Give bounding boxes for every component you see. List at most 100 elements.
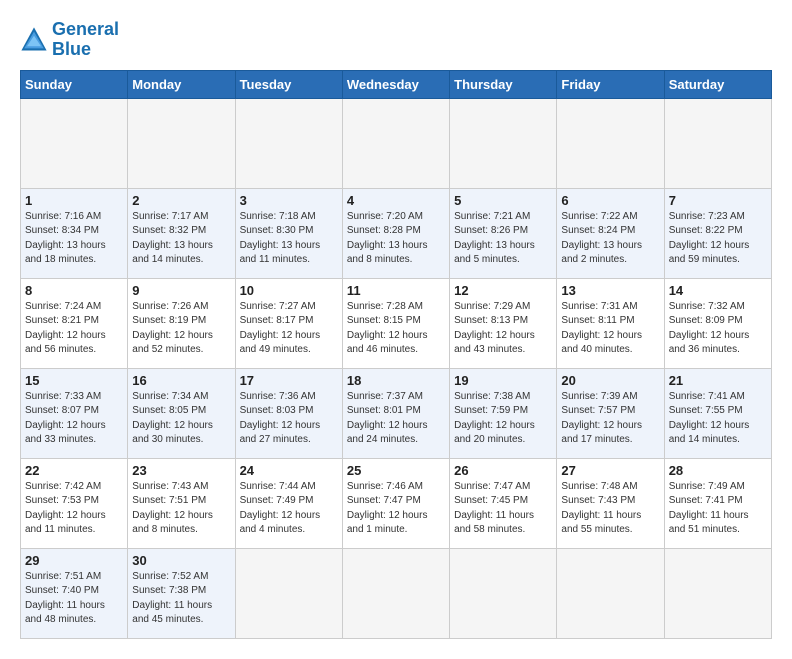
sunset: Sunset: 7:51 PM [132,494,230,509]
sunset: Sunset: 7:43 PM [561,494,659,509]
sunset: Sunset: 8:21 PM [25,314,123,329]
calendar-cell: 8 Sunrise: 7:24 AM Sunset: 8:21 PM Dayli… [21,278,128,368]
daylight: Daylight: 11 hours and 55 minutes. [561,509,659,538]
sunrise: Sunrise: 7:28 AM [347,300,445,315]
day-info: Sunrise: 7:20 AM Sunset: 8:28 PM Dayligh… [347,210,445,268]
daylight: Daylight: 11 hours and 51 minutes. [669,509,767,538]
calendar-cell [450,98,557,188]
logo-icon [20,26,48,54]
calendar-cell: 5 Sunrise: 7:21 AM Sunset: 8:26 PM Dayli… [450,188,557,278]
day-info: Sunrise: 7:42 AM Sunset: 7:53 PM Dayligh… [25,480,123,538]
day-info: Sunrise: 7:18 AM Sunset: 8:30 PM Dayligh… [240,210,338,268]
calendar-cell [128,98,235,188]
sunrise: Sunrise: 7:37 AM [347,390,445,405]
day-info: Sunrise: 7:23 AM Sunset: 8:22 PM Dayligh… [669,210,767,268]
daylight: Daylight: 12 hours and 33 minutes. [25,419,123,448]
weekday-header-row: SundayMondayTuesdayWednesdayThursdayFrid… [21,70,772,98]
calendar-cell: 9 Sunrise: 7:26 AM Sunset: 8:19 PM Dayli… [128,278,235,368]
calendar-cell: 2 Sunrise: 7:17 AM Sunset: 8:32 PM Dayli… [128,188,235,278]
sunset: Sunset: 8:11 PM [561,314,659,329]
sunset: Sunset: 7:38 PM [132,584,230,599]
weekday-header-saturday: Saturday [664,70,771,98]
logo-subtext: Blue [52,40,119,60]
calendar-cell: 13 Sunrise: 7:31 AM Sunset: 8:11 PM Dayl… [557,278,664,368]
sunset: Sunset: 7:55 PM [669,404,767,419]
page-header: General Blue [20,20,772,60]
day-number: 17 [240,373,338,388]
daylight: Daylight: 12 hours and 24 minutes. [347,419,445,448]
day-number: 12 [454,283,552,298]
day-info: Sunrise: 7:39 AM Sunset: 7:57 PM Dayligh… [561,390,659,448]
sunset: Sunset: 8:03 PM [240,404,338,419]
daylight: Daylight: 12 hours and 43 minutes. [454,329,552,358]
day-info: Sunrise: 7:36 AM Sunset: 8:03 PM Dayligh… [240,390,338,448]
calendar-cell [235,548,342,638]
sunrise: Sunrise: 7:20 AM [347,210,445,225]
day-info: Sunrise: 7:43 AM Sunset: 7:51 PM Dayligh… [132,480,230,538]
day-number: 23 [132,463,230,478]
sunrise: Sunrise: 7:47 AM [454,480,552,495]
calendar-week-3: 15 Sunrise: 7:33 AM Sunset: 8:07 PM Dayl… [21,368,772,458]
daylight: Daylight: 12 hours and 59 minutes. [669,239,767,268]
sunset: Sunset: 8:30 PM [240,224,338,239]
sunrise: Sunrise: 7:38 AM [454,390,552,405]
day-number: 30 [132,553,230,568]
day-number: 20 [561,373,659,388]
sunset: Sunset: 7:57 PM [561,404,659,419]
calendar-cell: 19 Sunrise: 7:38 AM Sunset: 7:59 PM Dayl… [450,368,557,458]
calendar-cell: 16 Sunrise: 7:34 AM Sunset: 8:05 PM Dayl… [128,368,235,458]
sunrise: Sunrise: 7:41 AM [669,390,767,405]
day-info: Sunrise: 7:31 AM Sunset: 8:11 PM Dayligh… [561,300,659,358]
calendar-cell: 29 Sunrise: 7:51 AM Sunset: 7:40 PM Dayl… [21,548,128,638]
sunrise: Sunrise: 7:21 AM [454,210,552,225]
sunrise: Sunrise: 7:31 AM [561,300,659,315]
day-info: Sunrise: 7:33 AM Sunset: 8:07 PM Dayligh… [25,390,123,448]
sunset: Sunset: 7:41 PM [669,494,767,509]
calendar-cell [450,548,557,638]
day-number: 6 [561,193,659,208]
sunset: Sunset: 8:22 PM [669,224,767,239]
calendar-cell: 3 Sunrise: 7:18 AM Sunset: 8:30 PM Dayli… [235,188,342,278]
calendar-cell [557,548,664,638]
sunset: Sunset: 8:07 PM [25,404,123,419]
sunset: Sunset: 7:59 PM [454,404,552,419]
sunrise: Sunrise: 7:29 AM [454,300,552,315]
day-info: Sunrise: 7:29 AM Sunset: 8:13 PM Dayligh… [454,300,552,358]
calendar-cell: 23 Sunrise: 7:43 AM Sunset: 7:51 PM Dayl… [128,458,235,548]
sunrise: Sunrise: 7:32 AM [669,300,767,315]
calendar-week-0 [21,98,772,188]
day-number: 11 [347,283,445,298]
day-number: 13 [561,283,659,298]
daylight: Daylight: 13 hours and 14 minutes. [132,239,230,268]
sunrise: Sunrise: 7:52 AM [132,570,230,585]
day-info: Sunrise: 7:32 AM Sunset: 8:09 PM Dayligh… [669,300,767,358]
sunset: Sunset: 8:09 PM [669,314,767,329]
day-number: 9 [132,283,230,298]
day-number: 19 [454,373,552,388]
sunrise: Sunrise: 7:22 AM [561,210,659,225]
sunset: Sunset: 8:34 PM [25,224,123,239]
sunrise: Sunrise: 7:26 AM [132,300,230,315]
daylight: Daylight: 13 hours and 11 minutes. [240,239,338,268]
calendar-cell: 21 Sunrise: 7:41 AM Sunset: 7:55 PM Dayl… [664,368,771,458]
calendar-table: SundayMondayTuesdayWednesdayThursdayFrid… [20,70,772,639]
sunrise: Sunrise: 7:24 AM [25,300,123,315]
calendar-cell: 28 Sunrise: 7:49 AM Sunset: 7:41 PM Dayl… [664,458,771,548]
day-info: Sunrise: 7:16 AM Sunset: 8:34 PM Dayligh… [25,210,123,268]
calendar-cell [235,98,342,188]
daylight: Daylight: 12 hours and 56 minutes. [25,329,123,358]
day-number: 16 [132,373,230,388]
sunrise: Sunrise: 7:33 AM [25,390,123,405]
calendar-cell [664,98,771,188]
daylight: Daylight: 12 hours and 1 minute. [347,509,445,538]
calendar-week-4: 22 Sunrise: 7:42 AM Sunset: 7:53 PM Dayl… [21,458,772,548]
calendar-cell: 25 Sunrise: 7:46 AM Sunset: 7:47 PM Dayl… [342,458,449,548]
day-info: Sunrise: 7:17 AM Sunset: 8:32 PM Dayligh… [132,210,230,268]
day-info: Sunrise: 7:27 AM Sunset: 8:17 PM Dayligh… [240,300,338,358]
day-number: 4 [347,193,445,208]
day-number: 25 [347,463,445,478]
logo-text: General [52,20,119,40]
calendar-week-1: 1 Sunrise: 7:16 AM Sunset: 8:34 PM Dayli… [21,188,772,278]
daylight: Daylight: 12 hours and 20 minutes. [454,419,552,448]
sunrise: Sunrise: 7:27 AM [240,300,338,315]
